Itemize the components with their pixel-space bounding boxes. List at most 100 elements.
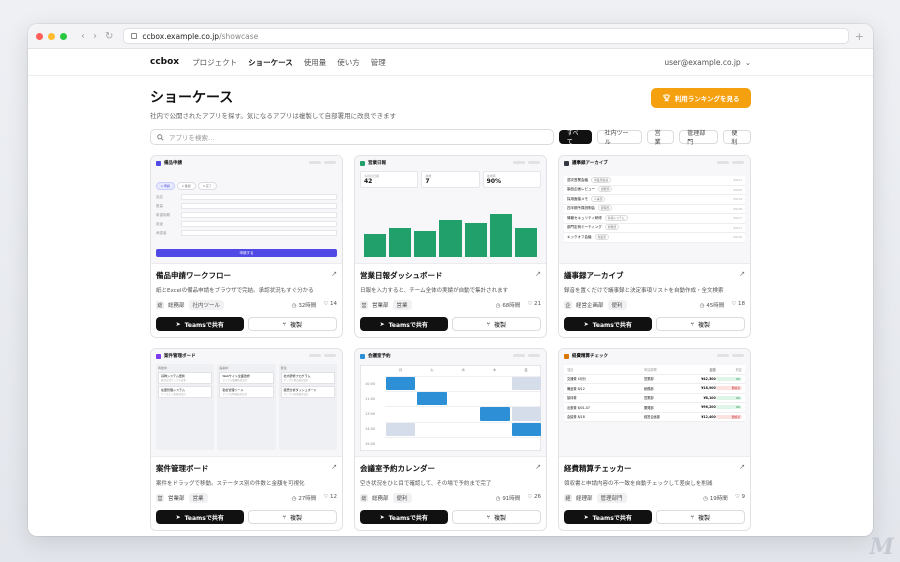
status-badge: OK <box>715 395 742 400</box>
field-label: 品名 <box>156 194 163 199</box>
expense-dept: 営業部 <box>644 377 654 382</box>
external-link-icon[interactable]: ↗ <box>331 270 337 281</box>
duplicate-button[interactable]: ⑂ 複製 <box>451 510 541 524</box>
heart-icon[interactable]: ♡ <box>735 494 740 500</box>
nav-admin[interactable]: 管理 <box>371 57 386 68</box>
app-card[interactable]: 備品申請 1 申請 2 確認 3 完了 品名 数量 希望納期 用途 承認者 申請する… <box>150 155 343 338</box>
top-navigation: ccbox プロジェクト ショーケース 使用量 使い方 管理 user@exam… <box>28 49 873 76</box>
dept-name: 経営企画部 <box>576 303 604 309</box>
app-card[interactable]: 議事録アーカイブ 週次営業会議 営業部会議 05/21 製品企画レビュー 開発部 05/2… <box>558 155 751 338</box>
app-card[interactable]: 営業日報 今月の日報 42 商談 7 達成率 90% 営業日報ダッシュボード ↗ 日報を… <box>354 155 547 338</box>
heart-icon[interactable]: ♡ <box>527 301 532 307</box>
duplicate-button[interactable]: ⑂ 複製 <box>247 317 337 331</box>
duplicate-button[interactable]: ⑂ 複製 <box>655 317 745 331</box>
card-title[interactable]: 案件管理ボード <box>156 463 209 474</box>
card-title[interactable]: 議事録アーカイブ <box>564 270 624 281</box>
heart-icon[interactable]: ♡ <box>323 301 328 307</box>
nav-showcase[interactable]: ショーケース <box>248 57 293 68</box>
fork-icon: ⑂ <box>282 320 287 328</box>
step-chip: 2 確認 <box>176 182 196 190</box>
app-logo[interactable]: ccbox <box>150 57 179 67</box>
dept-avatar: 企 <box>564 301 572 309</box>
minutes-row: キックオフ会議 営業部 05/16 <box>564 233 745 243</box>
app-card[interactable]: 案件管理ボード 商談中 基幹システム更新 株式会社サンプル商事 在庫管理システム サンプ… <box>150 348 343 531</box>
external-link-icon[interactable]: ↗ <box>739 463 745 474</box>
teams-share-button[interactable]: ➤ Teamsで共有 <box>564 510 652 524</box>
minutes-left: 製品企画レビュー 開発部 <box>567 186 613 193</box>
search-input[interactable]: アプリを検索… <box>150 129 554 145</box>
preview-title: 営業日報 <box>368 161 386 166</box>
url-host: ccbox.example.co.jp <box>142 31 220 41</box>
expense-row: 交通費 4月分 営業部 ¥42,300 OK <box>564 374 745 384</box>
expense-dept: 開発部 <box>644 405 654 410</box>
zoom-window-button[interactable] <box>60 32 67 40</box>
usage-time: 32時間 <box>298 303 317 309</box>
ranking-button[interactable]: 🏆︎ 利用ランキングを見る <box>651 88 751 108</box>
filter-handy[interactable]: 便利 <box>723 130 751 146</box>
external-link-icon[interactable]: ↗ <box>535 463 541 474</box>
kpi-value: 7 <box>425 178 430 185</box>
filter-internal-tools[interactable]: 社内ツール <box>596 130 642 146</box>
duplicate-button[interactable]: ⑂ 複製 <box>655 510 745 524</box>
preview-submit: 申請する <box>156 249 337 257</box>
calendar-time: 15:00 <box>365 442 376 447</box>
heart-icon[interactable]: ♡ <box>527 494 532 500</box>
back-icon[interactable]: ‹ <box>81 31 85 42</box>
teams-share-button[interactable]: ➤ Teamsで共有 <box>156 510 244 524</box>
app-preview: 経費精算チェック 項目 申請部署 金額 判定 交通費 4月分 営業部 ¥42,300 OK 備品… <box>559 349 750 457</box>
send-icon: ➤ <box>583 320 589 328</box>
teams-share-button[interactable]: ➤ Teamsで共有 <box>360 317 448 331</box>
teams-share-button[interactable]: ➤ Teamsで共有 <box>156 317 244 331</box>
heart-icon[interactable]: ♡ <box>731 301 736 307</box>
trophy-icon: 🏆︎ <box>662 94 671 102</box>
copy-label: 複製 <box>290 321 303 329</box>
expense-dept: 総務部 <box>644 386 654 391</box>
category-tag: 便利 <box>607 300 627 310</box>
calendar-time: 13:00 <box>365 412 376 416</box>
minutes-title: 週次営業会議 <box>567 177 588 182</box>
external-link-icon[interactable]: ↗ <box>535 270 541 281</box>
user-menu[interactable]: user@example.co.jp ⌄ <box>664 58 751 67</box>
bar-chart <box>364 205 537 257</box>
external-link-icon[interactable]: ↗ <box>739 270 745 281</box>
card-title[interactable]: 会議室予約カレンダー <box>360 463 435 474</box>
expense-item: 会議費 8/18 <box>567 415 585 420</box>
duplicate-button[interactable]: ⑂ 複製 <box>451 317 541 331</box>
card-title[interactable]: 備品申請ワークフロー <box>156 270 231 281</box>
minutes-left: 採用面接メモ 人事部 <box>567 195 606 202</box>
new-tab-icon[interactable]: + <box>855 30 864 43</box>
minimize-window-button[interactable] <box>48 32 55 40</box>
minutes-left: キックオフ会議 営業部 <box>567 233 609 240</box>
teams-share-button[interactable]: ➤ Teamsで共有 <box>564 317 652 331</box>
card-title[interactable]: 経費精算チェッカー <box>564 463 632 474</box>
heart-icon[interactable]: ♡ <box>323 494 328 500</box>
usage-time: 68時間 <box>502 303 521 309</box>
field-label: 数量 <box>156 203 163 208</box>
nav-howto[interactable]: 使い方 <box>337 57 360 68</box>
filter-all[interactable]: すべて <box>558 130 592 146</box>
fork-icon: ⑂ <box>486 320 491 328</box>
calendar-booking <box>511 422 541 436</box>
calendar-booking <box>511 407 541 421</box>
expense-row: 会議費 8/18 経営企画部 ¥12,400 要確認 <box>564 412 745 422</box>
filter-sales[interactable]: 営業 <box>646 130 675 146</box>
app-color-icon <box>156 353 161 359</box>
app-card[interactable]: 会議室予約 月 火 水 木 金 10:00 11:00 13:00 14:00 15:00 会議室… <box>354 348 547 531</box>
app-color-icon <box>360 353 365 359</box>
reload-icon[interactable]: ↻ <box>105 31 113 42</box>
card-title[interactable]: 営業日報ダッシュボード <box>360 270 443 281</box>
duplicate-button[interactable]: ⑂ 複製 <box>247 510 337 524</box>
column-header: 受注 <box>280 366 287 370</box>
chart-bar <box>464 222 487 257</box>
filter-admin-dept[interactable]: 管理部門 <box>679 130 719 146</box>
nav-usage[interactable]: 使用量 <box>304 57 327 68</box>
dept-name: 営業部 <box>168 496 185 502</box>
forward-icon[interactable]: › <box>93 31 97 42</box>
nav-projects[interactable]: プロジェクト <box>192 57 237 68</box>
close-window-button[interactable] <box>36 32 43 40</box>
external-link-icon[interactable]: ↗ <box>331 463 337 474</box>
send-icon: ➤ <box>175 320 181 328</box>
address-bar[interactable]: ccbox.example.co.jp/showcase <box>123 28 850 44</box>
app-card[interactable]: 経費精算チェック 項目 申請部署 金額 判定 交通費 4月分 営業部 ¥42,300 OK 備品… <box>558 348 751 531</box>
teams-share-button[interactable]: ➤ Teamsで共有 <box>360 510 448 524</box>
